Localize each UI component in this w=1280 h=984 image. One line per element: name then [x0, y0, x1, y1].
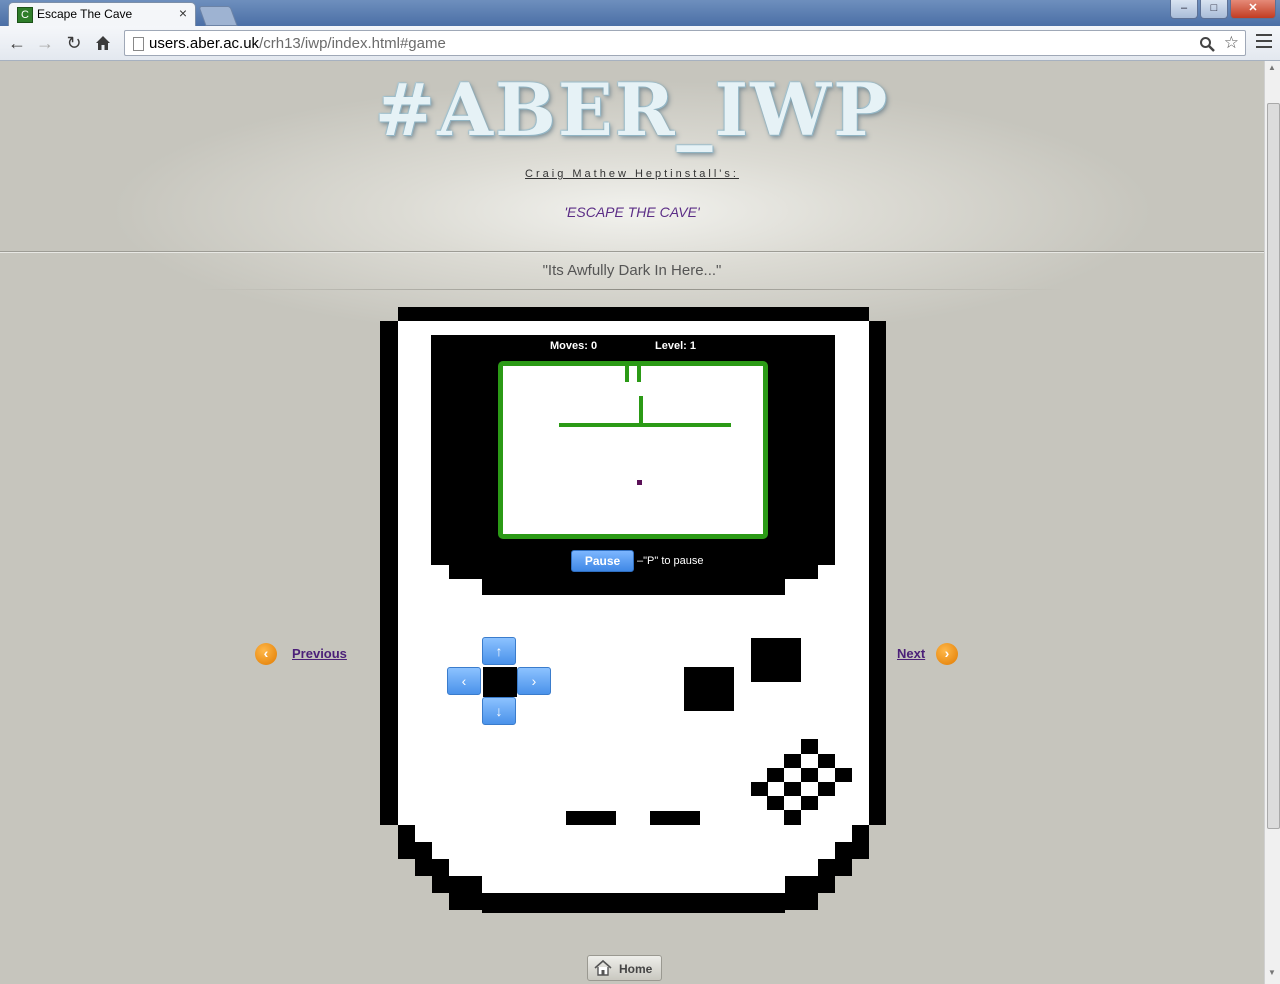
dpad-up-button[interactable]: ↑ [482, 637, 516, 665]
start-button [650, 811, 700, 825]
restore-button[interactable]: □ [1200, 0, 1228, 19]
tab-title: Escape The Cave [37, 7, 133, 21]
close-window-button[interactable]: ✕ [1230, 0, 1276, 19]
tagline: "Its Awfully Dark In Here..." [542, 262, 722, 279]
browser-toolbar: ← → ↻ users.aber.ac.uk/crh13/iwp/index.h… [0, 26, 1280, 61]
level-indicator: Level: 1 [655, 340, 696, 352]
window-controls: – □ ✕ [1168, 0, 1276, 19]
maze-wall [559, 423, 731, 427]
minimize-button[interactable]: – [1170, 0, 1198, 19]
scroll-down-icon[interactable]: ▼ [1268, 968, 1276, 977]
house-icon [594, 959, 612, 976]
pause-button[interactable]: Pause [571, 550, 634, 572]
menu-icon[interactable] [1256, 34, 1272, 52]
scroll-thumb[interactable] [1267, 103, 1280, 829]
tagline-divider [200, 289, 1064, 290]
back-arrow-icon[interactable]: ← [6, 32, 28, 54]
dpad-center [483, 667, 517, 697]
home-icon[interactable] [92, 32, 114, 54]
player-dot [637, 480, 642, 485]
select-button [566, 811, 616, 825]
pause-hint: –"P" to pause [637, 555, 704, 567]
url-text: users.aber.ac.uk/crh13/iwp/index.html#ga… [149, 35, 446, 52]
author-credit: Craig Mathew Heptinstall's: [525, 168, 739, 180]
previous-link[interactable]: Previous [292, 646, 347, 661]
dpad-down-button[interactable]: ↓ [482, 697, 516, 725]
address-bar[interactable]: users.aber.ac.uk/crh13/iwp/index.html#ga… [124, 30, 1246, 56]
dpad-right-button[interactable]: › [517, 667, 551, 695]
moves-counter: Moves: 0 [550, 340, 598, 352]
forward-arrow-icon[interactable]: → [34, 32, 56, 54]
game-title: 'ESCAPE THE CAVE' [564, 204, 700, 220]
reload-icon[interactable]: ↻ [63, 32, 85, 54]
home-button[interactable]: Home [587, 955, 662, 981]
page-content: #ABER_IWP Craig Mathew Heptinstall's: 'E… [0, 61, 1264, 984]
maze-canvas [498, 361, 768, 539]
favicon-icon: C [17, 7, 33, 23]
window-titlebar: C Escape The Cave × – □ ✕ [0, 0, 1280, 26]
site-logo: #ABER_IWP [374, 67, 890, 152]
dpad-left-button[interactable]: ‹ [447, 667, 481, 695]
header-divider [0, 251, 1264, 252]
page-scrollbar[interactable]: ▲ ▼ [1264, 61, 1280, 984]
bookmark-star-icon[interactable]: ☆ [1224, 33, 1239, 53]
previous-arrow-icon[interactable]: ‹ [255, 643, 277, 665]
url-path: /crh13/iwp/index.html#game [259, 35, 446, 52]
browser-tab[interactable]: C Escape The Cave × [8, 2, 196, 26]
maze-wall [639, 396, 643, 426]
url-host: users.aber.ac.uk [149, 35, 260, 52]
next-link[interactable]: Next [897, 646, 925, 661]
maze-wall [637, 366, 641, 382]
gameboy-console: Moves: 0 Level: 1 Pause –"P" to pause ↑ … [380, 307, 887, 913]
next-arrow-icon[interactable]: › [936, 643, 958, 665]
home-label: Home [619, 962, 653, 976]
a-button [751, 638, 801, 682]
search-icon[interactable] [1199, 33, 1215, 57]
maze-wall [625, 366, 629, 382]
scroll-up-icon[interactable]: ▲ [1268, 63, 1276, 72]
close-tab-icon[interactable]: × [179, 5, 187, 21]
page-icon [133, 37, 144, 51]
new-tab-button[interactable] [198, 6, 238, 26]
b-button [684, 667, 734, 711]
